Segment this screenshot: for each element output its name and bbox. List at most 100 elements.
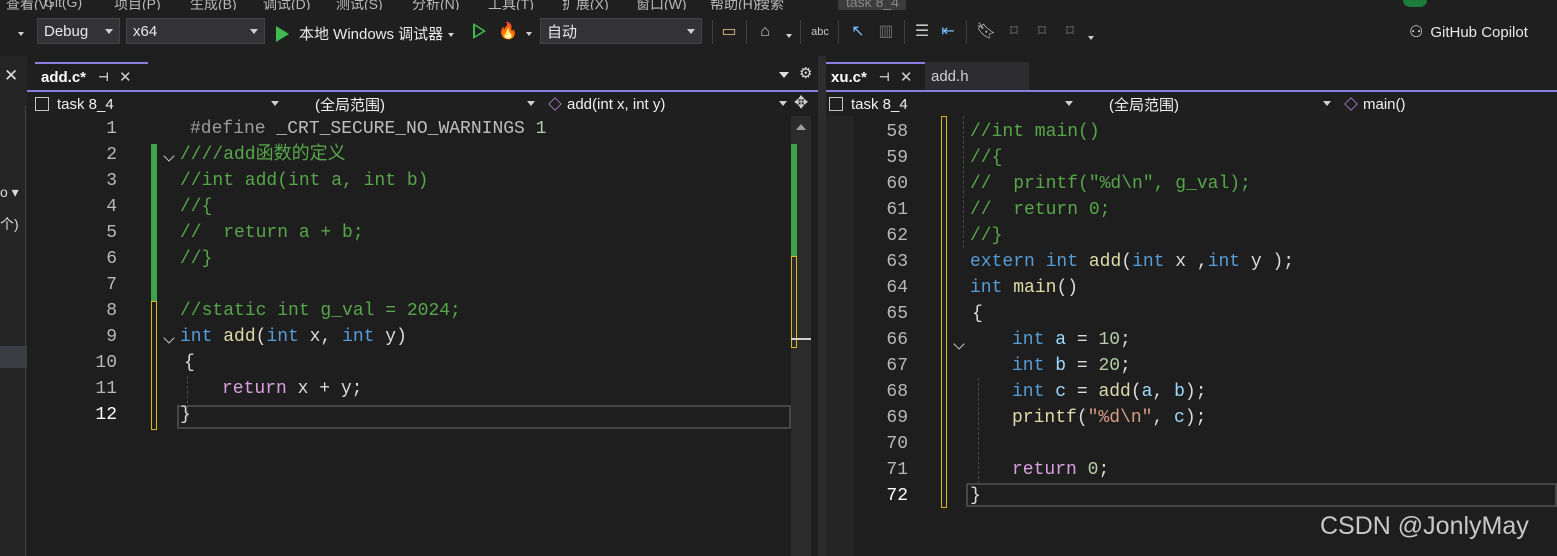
code-text: //int add(int a, int b) [180,168,428,194]
code-line[interactable]: 66 int a = 10; [826,327,1557,353]
close-icon[interactable]: ✕ [900,68,913,86]
code-line[interactable]: 7 [27,272,818,298]
pin-icon[interactable]: ⊣ [98,70,109,84]
chevron-down-icon[interactable] [786,34,792,38]
folder-search-icon[interactable]: ▭ [719,22,739,42]
menu-item-window[interactable]: 窗口(W) [636,0,687,10]
code-line[interactable]: 63 extern int add(int x ,int y ); [826,249,1557,275]
layout-icon[interactable]: ⌂ [755,22,775,42]
code-line[interactable]: 72} [826,483,1557,509]
bookmark-next-icon[interactable]: ⌑ [1032,22,1052,42]
code-line[interactable]: 11 return x + y; [27,376,818,402]
gear-icon[interactable]: ⚙ [799,64,812,82]
code-line[interactable]: 71 return 0; [826,457,1557,483]
code-text: } [180,402,191,428]
tab-add-c[interactable]: add.c* ⊣ ✕ [35,62,148,90]
code-token: a [1141,382,1153,402]
menu-item-analyze[interactable]: 分析(N) [412,0,459,10]
code-line[interactable]: 3 //int add(int a, int b) [27,168,818,194]
chevron-down-icon[interactable] [448,32,455,37]
code-line[interactable]: 6 //} [27,246,818,272]
project-select[interactable]: task 8_4 [35,93,283,115]
code-line[interactable]: 2 ////add函数的定义 [27,142,818,168]
code-line[interactable]: 62 //} [826,223,1557,249]
menu-item-git[interactable]: Git(G) [44,0,82,10]
code-line[interactable]: 8 //static int g_val = 2024; [27,298,818,324]
document-tabs: add.c* ⊣ ✕ ⚙ [27,62,818,90]
start-without-debug-button[interactable] [473,23,486,39]
tab-xu-c[interactable]: xu.c* ⊣ ✕ [826,62,925,90]
line-number: 72 [886,486,908,506]
pin-icon[interactable]: ⊣ [879,70,890,84]
menu-item-debug[interactable]: 调试(D) [263,0,310,10]
config-select[interactable]: Debug [37,18,120,44]
indent-icon[interactable]: ☰ [912,22,932,42]
code-line[interactable]: 9 int add(int x, int y) [27,324,818,350]
line-number: 70 [886,434,908,454]
code-line[interactable]: 64 int main() [826,275,1557,301]
vertical-scrollbar[interactable] [791,116,811,556]
code-line[interactable]: 59 //{ [826,145,1557,171]
code-line[interactable]: 60 // printf("%d\n", g_val); [826,171,1557,197]
tab-list-dropdown-icon[interactable] [779,72,789,78]
github-copilot-button[interactable]: ⚇ GitHub Copilot [1409,22,1528,42]
close-icon[interactable]: ✕ [4,66,18,86]
line-number: 68 [886,382,908,402]
bookmark-clear-icon[interactable]: ⌑ [1060,22,1080,42]
scope-select[interactable]: (全局范围) [289,93,539,115]
code-token: 0 [1087,460,1099,480]
code-line[interactable]: 10 { [27,350,818,376]
code-line[interactable]: 61 // return 0; [826,197,1557,223]
menu-item-help[interactable]: 帮助(H) [710,0,757,10]
code-token: x, [309,327,343,347]
chevron-down-icon[interactable] [1088,36,1094,40]
chevron-down-icon[interactable] [526,32,532,36]
hot-reload-icon[interactable]: 🔥 [498,22,518,42]
menu-item-test[interactable]: 测试(S) [336,0,383,10]
code-editor[interactable]: 1 #define _CRT_SECURE_NO_WARNINGS 1 2////a… [27,116,818,556]
code-token: ); [1184,382,1207,402]
scope-select[interactable]: (全局范围) [1083,93,1335,115]
code-line[interactable]: 65 { [826,301,1557,327]
platform-select[interactable]: x64 [126,18,265,44]
code-line[interactable]: 67 int b = 20; [826,353,1557,379]
project-icon [35,97,49,111]
code-token: int [266,327,310,347]
toolbar-separator [966,20,967,44]
member-select[interactable]: main() [1341,93,1557,115]
menu-item-build[interactable]: 生成(B) [190,0,237,10]
code-line[interactable]: 58 //int main() [826,119,1557,145]
code-line[interactable]: 12} [27,402,818,428]
code-line[interactable]: 1 #define _CRT_SECURE_NO_WARNINGS 1 [27,116,818,142]
project-select[interactable]: task 8_4 [829,93,1077,115]
code-line[interactable]: 70 [826,431,1557,457]
menu-item-extensions[interactable]: 扩展(X) [562,0,609,10]
scroll-change-marker [791,144,797,256]
menu-item-tools[interactable]: 工具(T) [488,0,534,10]
code-token: = [1076,330,1099,350]
split-icon[interactable]: ✥ [794,93,808,113]
code-line[interactable]: 4 //{ [27,194,818,220]
columns-icon[interactable]: ▥ [876,22,896,42]
bookmark-icon[interactable]: 🔖︎ [976,22,996,42]
outdent-icon[interactable]: ⇤ [938,22,958,42]
tab-add-h[interactable]: add.h [925,62,1029,90]
code-editor[interactable]: 58 //int main() 59 //{60 // printf("%d\n", g… [826,116,1557,556]
account-avatar[interactable] [1403,0,1427,7]
spell-check-icon[interactable]: abc [810,22,830,42]
panel-selected-row[interactable] [0,346,27,368]
select-cursor-icon[interactable]: ↖ [848,22,868,42]
toolbar-overflow-caret[interactable] [18,32,24,36]
start-debug-button[interactable]: 本地 Windows 调试器 [276,23,455,44]
code-line[interactable]: 69 printf("%d\n", c); [826,405,1557,431]
menu-item-project[interactable]: 项目(P) [114,0,161,10]
code-line[interactable]: 68 int c = add(a, b); [826,379,1557,405]
code-line[interactable]: 5 // return a + b; [27,220,818,246]
pane-splitter[interactable] [818,56,826,556]
scroll-up-icon[interactable] [796,124,806,130]
bookmark-prev-icon[interactable]: ⌑ [1004,22,1024,42]
close-icon[interactable]: ✕ [119,68,132,86]
mode-select[interactable]: 自动 [540,18,702,44]
menu-item-search[interactable]: 搜索 [756,0,784,10]
member-select[interactable]: add(int x, int y) [545,93,791,115]
